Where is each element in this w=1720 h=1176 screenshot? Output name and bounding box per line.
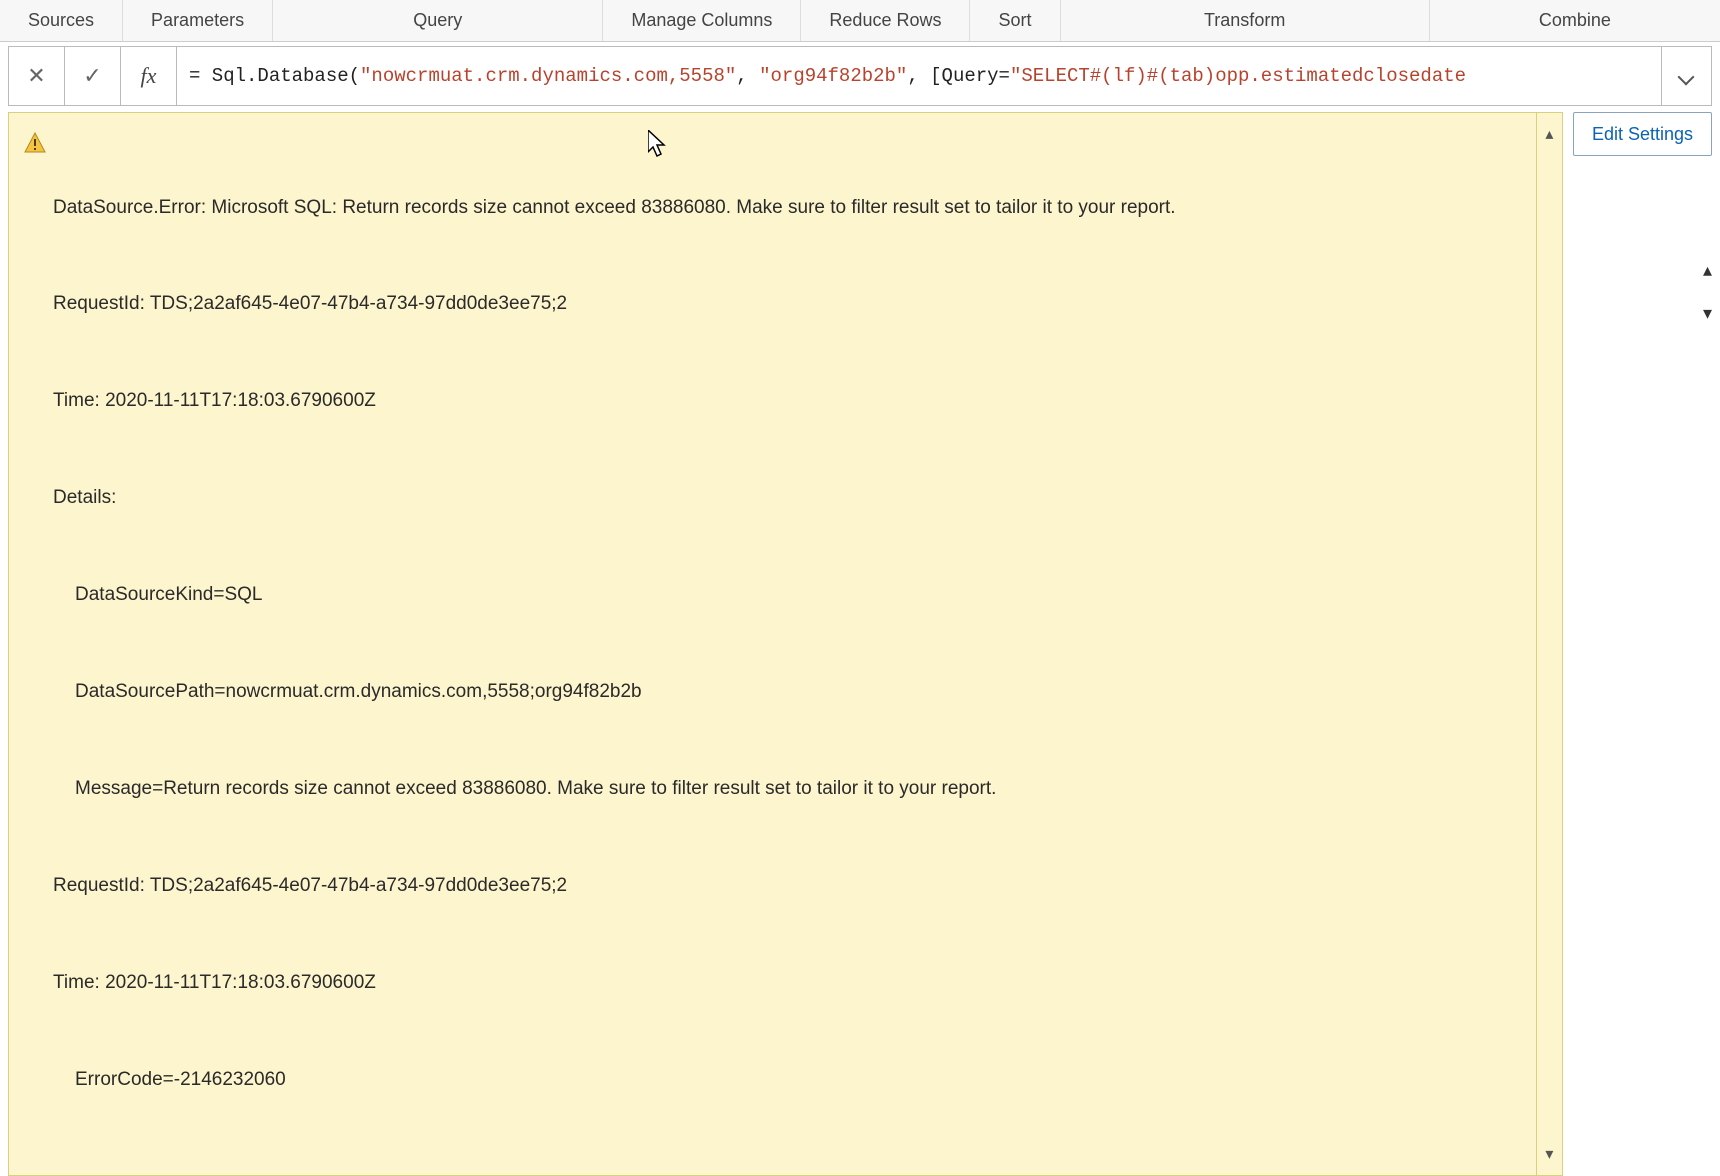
tab-query[interactable]: Query bbox=[273, 0, 603, 41]
formula-dropdown[interactable] bbox=[1661, 47, 1711, 105]
warning-icon bbox=[23, 127, 53, 1161]
error-scrollbar[interactable]: ▴ ▾ bbox=[1536, 113, 1562, 1175]
error-line-9: Time: 2020-11-11T17:18:03.6790600Z bbox=[53, 967, 1518, 999]
error-text[interactable]: DataSource.Error: Microsoft SQL: Return … bbox=[53, 127, 1518, 1161]
side-arrow-down-icon[interactable]: ▾ bbox=[1703, 303, 1712, 324]
formula-confirm-button[interactable]: ✓ bbox=[65, 47, 121, 105]
formula-sep2: , [Query= bbox=[907, 65, 1010, 87]
formula-sep1: , bbox=[736, 65, 759, 87]
side-arrows: ▴ ▾ bbox=[1703, 260, 1712, 324]
formula-prefix: = Sql.Database( bbox=[189, 65, 360, 87]
formula-str2: "org94f82b2b" bbox=[759, 65, 907, 87]
tab-transform[interactable]: Transform bbox=[1061, 0, 1430, 41]
error-line-1: DataSource.Error: Microsoft SQL: Return … bbox=[53, 192, 1518, 224]
tab-parameters[interactable]: Parameters bbox=[123, 0, 273, 41]
error-line-3: Time: 2020-11-11T17:18:03.6790600Z bbox=[53, 385, 1518, 417]
formula-cancel-button[interactable]: ✕ bbox=[9, 47, 65, 105]
fx-icon[interactable]: fx bbox=[121, 47, 177, 105]
error-line-5: DataSourceKind=SQL bbox=[53, 579, 1518, 611]
error-line-10: ErrorCode=-2146232060 bbox=[53, 1064, 1518, 1096]
scroll-down-icon[interactable]: ▾ bbox=[1537, 1133, 1562, 1175]
error-line-8: RequestId: TDS;2a2af645-4e07-47b4-a734-9… bbox=[53, 870, 1518, 902]
error-line-4: Details: bbox=[53, 482, 1518, 514]
tab-combine[interactable]: Combine bbox=[1430, 0, 1720, 41]
ribbon: Sources Parameters Query Manage Columns … bbox=[0, 0, 1720, 42]
formula-str1: "nowcrmuat.crm.dynamics.com,5558" bbox=[360, 65, 736, 87]
formula-str3: "SELECT#(lf)#(tab)opp.estimatedclosedate bbox=[1010, 65, 1466, 87]
error-panel: DataSource.Error: Microsoft SQL: Return … bbox=[8, 112, 1563, 1176]
error-line-2: RequestId: TDS;2a2af645-4e07-47b4-a734-9… bbox=[53, 288, 1518, 320]
side-arrow-up-icon[interactable]: ▴ bbox=[1703, 260, 1712, 281]
tab-manage-columns[interactable]: Manage Columns bbox=[603, 0, 801, 41]
content-row: DataSource.Error: Microsoft SQL: Return … bbox=[8, 112, 1712, 1176]
tab-sources[interactable]: Sources bbox=[0, 0, 123, 41]
tab-reduce-rows[interactable]: Reduce Rows bbox=[801, 0, 970, 41]
scroll-up-icon[interactable]: ▴ bbox=[1537, 113, 1562, 155]
error-line-7: Message=Return records size cannot excee… bbox=[53, 773, 1518, 805]
formula-bar: ✕ ✓ fx = Sql.Database("nowcrmuat.crm.dyn… bbox=[8, 46, 1712, 106]
edit-settings-button[interactable]: Edit Settings bbox=[1573, 112, 1712, 156]
chevron-down-icon bbox=[1678, 71, 1696, 81]
tab-sort[interactable]: Sort bbox=[970, 0, 1060, 41]
formula-input[interactable]: = Sql.Database("nowcrmuat.crm.dynamics.c… bbox=[177, 65, 1661, 87]
error-line-6: DataSourcePath=nowcrmuat.crm.dynamics.co… bbox=[53, 676, 1518, 708]
error-body: DataSource.Error: Microsoft SQL: Return … bbox=[9, 113, 1536, 1175]
